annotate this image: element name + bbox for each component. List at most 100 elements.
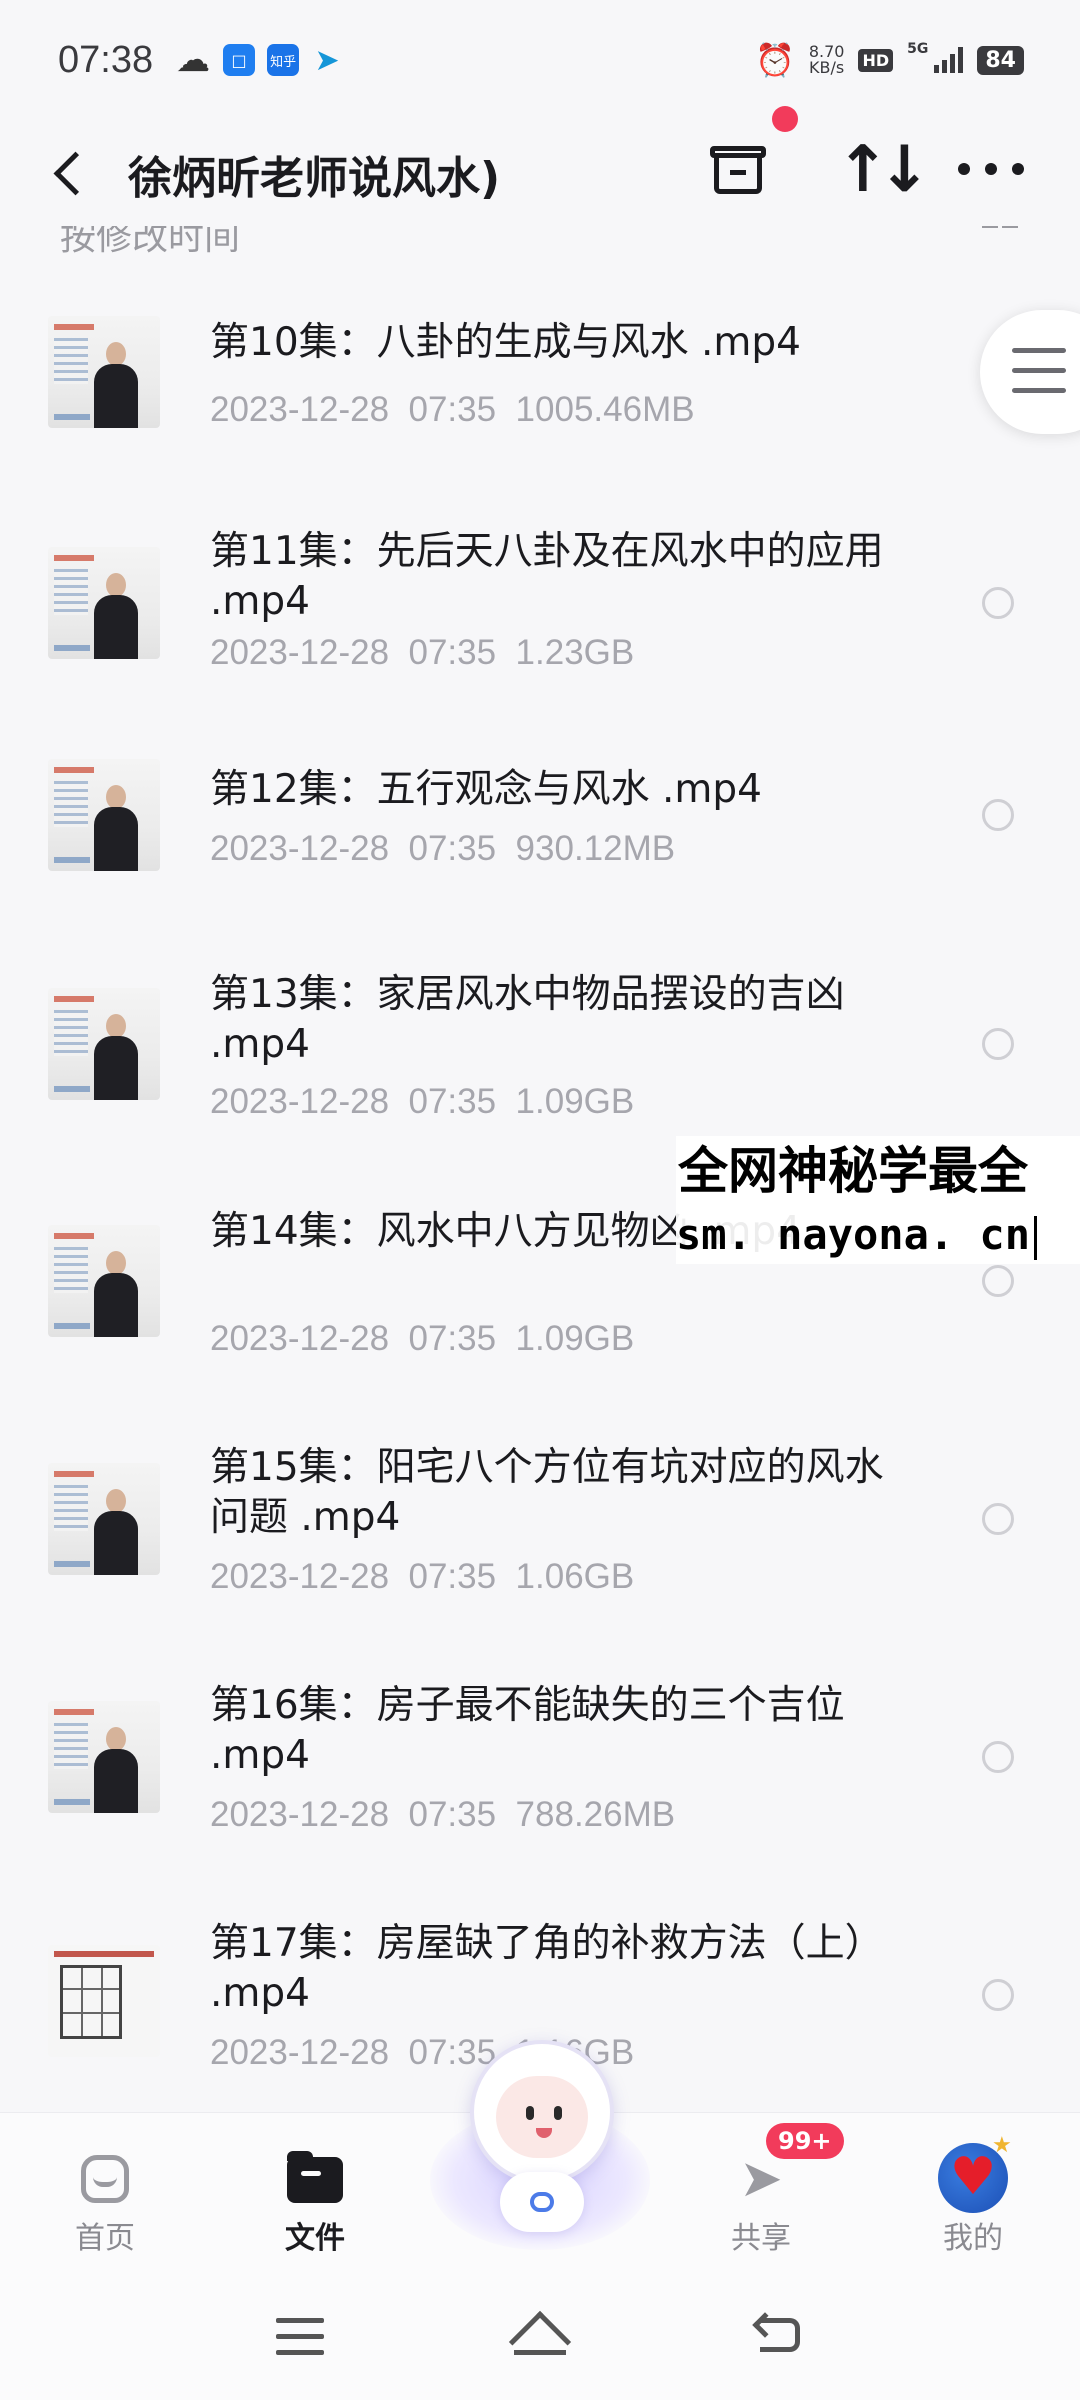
file-row[interactable]: 第11集：先后天八卦及在风水中的应用 .mp4 2023-12-28 07:35…	[0, 515, 1080, 715]
file-meta: 2023-12-28 07:35 1.06GB	[210, 1557, 634, 1597]
nav-me[interactable]: ★ 我的	[898, 2113, 1048, 2273]
file-name: 第11集：先后天八卦及在风水中的应用 .mp4	[210, 529, 884, 624]
notification-dot	[772, 106, 798, 132]
video-thumbnail	[48, 316, 160, 428]
alarm-icon: ⏰	[755, 41, 795, 79]
nav-me-label: 我的	[943, 2221, 1003, 2256]
nav-files-label: 文件	[285, 2221, 345, 2256]
file-meta: 2023-12-28 07:35 930.12MB	[210, 829, 675, 869]
folder-icon	[287, 2151, 343, 2207]
file-time: 07:35	[408, 633, 497, 672]
more-dots-icon	[958, 163, 970, 175]
nav-home[interactable]: 首页	[30, 2113, 180, 2273]
file-meta: 2023-12-28 07:35 788.26MB	[210, 1795, 675, 1835]
nav-share-label: 共享	[731, 2221, 791, 2256]
app-notification-icon: □	[223, 44, 256, 76]
select-checkbox[interactable]	[982, 587, 1014, 619]
system-home-button[interactable]	[508, 2310, 572, 2374]
crown-icon: ★	[992, 2133, 1012, 2158]
video-thumbnail	[48, 759, 160, 871]
select-checkbox[interactable]	[982, 1028, 1014, 1060]
file-time: 07:35	[408, 1795, 497, 1834]
file-date: 2023-12-28	[210, 2033, 390, 2072]
watermark: 全网神秘学最全 sm. nayona. cn	[676, 1136, 1080, 1264]
sort-by-label: 按修改时间	[60, 226, 241, 256]
video-thumbnail	[48, 547, 160, 659]
video-thumbnail	[48, 1701, 160, 1813]
file-date: 2023-12-28	[210, 1082, 390, 1121]
file-meta: 2023-12-28 07:35 1.23GB	[210, 633, 634, 673]
sort-button[interactable]: ↑↓	[836, 134, 931, 206]
file-time: 07:35	[408, 1082, 497, 1121]
file-size: 1.09GB	[515, 1319, 635, 1358]
file-size: 1.09GB	[515, 1082, 635, 1121]
box-icon	[710, 146, 766, 158]
file-size: 1005.46MB	[515, 390, 695, 429]
file-date: 2023-12-28	[210, 1557, 390, 1596]
home-icon	[77, 2151, 133, 2207]
file-meta: 2023-12-28 07:35 1005.46MB	[210, 390, 695, 430]
network-type-label: 5G	[907, 41, 929, 57]
select-checkbox[interactable]	[982, 1979, 1014, 2011]
sort-row[interactable]: 按修改时间	[60, 226, 1040, 256]
share-badge: 99+	[766, 2123, 844, 2159]
file-size: 1.23GB	[515, 633, 635, 672]
file-date: 2023-12-28	[210, 390, 390, 429]
watermark-url: sm. nayona. cn	[676, 1206, 1080, 1264]
file-meta: 2023-12-28 07:35 1.09GB	[210, 1082, 634, 1122]
signal-icon	[934, 47, 964, 73]
file-date: 2023-12-28	[210, 829, 390, 868]
file-time: 07:35	[408, 1557, 497, 1596]
watermark-title: 全网神秘学最全	[678, 1142, 1028, 1200]
hd-icon: HD	[858, 48, 894, 72]
battery-icon: 84	[977, 45, 1024, 75]
network-speed: 8.70 KB/s	[809, 44, 845, 76]
file-row[interactable]: 第10集：八卦的生成与风水 .mp4 2023-12-28 07:35 1005…	[0, 300, 1080, 500]
nav-files[interactable]: 文件	[240, 2113, 390, 2273]
video-thumbnail	[48, 1945, 160, 2057]
file-date: 2023-12-28	[210, 1319, 390, 1358]
video-thumbnail	[48, 1225, 160, 1337]
sort-arrows-icon: ↑↓	[836, 133, 931, 207]
select-checkbox[interactable]	[982, 1741, 1014, 1773]
file-name: 第17集：房屋缺了角的补救方法（上） .mp4	[210, 1921, 884, 2016]
file-size: 1.06GB	[515, 1557, 635, 1596]
file-time: 07:35	[408, 390, 497, 429]
zhihu-icon: 知乎	[267, 44, 300, 76]
transfer-box-button[interactable]	[706, 136, 770, 200]
file-name: 第15集：阳宅八个方位有坑对应的风水问题 .mp4	[210, 1445, 884, 1540]
status-bar: 07:38 ☁ □ 知乎 ➤ ⏰ 8.70 KB/s HD 5G 84	[0, 0, 1080, 120]
select-checkbox[interactable]	[982, 1503, 1014, 1535]
file-time: 07:35	[408, 1319, 497, 1358]
network-speed-unit: KB/s	[809, 58, 845, 77]
more-options-button[interactable]	[958, 144, 1024, 194]
system-navigation-bar	[0, 2272, 1080, 2400]
file-date: 2023-12-28	[210, 1795, 390, 1834]
file-size: 788.26MB	[515, 1795, 676, 1834]
file-row[interactable]: 第12集：五行观念与风水 .mp4 2023-12-28 07:35 930.1…	[0, 757, 1080, 957]
cloud-logo-icon	[530, 2192, 554, 2212]
nav-share[interactable]: ➤ 99+ 共享	[686, 2113, 844, 2273]
status-time: 07:38	[58, 38, 154, 81]
file-date: 2023-12-28	[210, 633, 390, 672]
back-button[interactable]	[48, 142, 98, 202]
file-name: 第13集：家居风水中物品摆设的吉凶 .mp4	[210, 972, 845, 1067]
video-thumbnail	[48, 988, 160, 1100]
page-title: 徐炳昕老师说风水)	[128, 153, 501, 204]
home-outline-icon	[508, 2310, 572, 2374]
file-meta: 2023-12-28 07:35 1.09GB	[210, 1319, 634, 1359]
file-name: 第12集：五行观念与风水 .mp4	[210, 767, 762, 812]
file-row[interactable]: 第15集：阳宅八个方位有坑对应的风水问题 .mp4 2023-12-28 07:…	[0, 1443, 1080, 1643]
system-back-button[interactable]	[752, 2312, 804, 2360]
assistant-mascot-button[interactable]	[430, 2040, 650, 2250]
watermark-url-text: sm. nayona. cn	[676, 1210, 1031, 1259]
select-checkbox[interactable]	[982, 1265, 1014, 1297]
grid-view-icon[interactable]	[982, 226, 1022, 252]
file-row[interactable]: 第16集：房子最不能缺失的三个吉位 .mp4 2023-12-28 07:35 …	[0, 1681, 1080, 1881]
file-name: 第10集：八卦的生成与风水 .mp4	[210, 320, 801, 365]
menu-icon	[276, 2318, 324, 2323]
recent-apps-button[interactable]	[276, 2318, 324, 2358]
send-icon: ➤	[739, 2149, 783, 2209]
select-checkbox[interactable]	[982, 799, 1014, 831]
file-name: 第16集：房子最不能缺失的三个吉位 .mp4	[210, 1683, 845, 1778]
